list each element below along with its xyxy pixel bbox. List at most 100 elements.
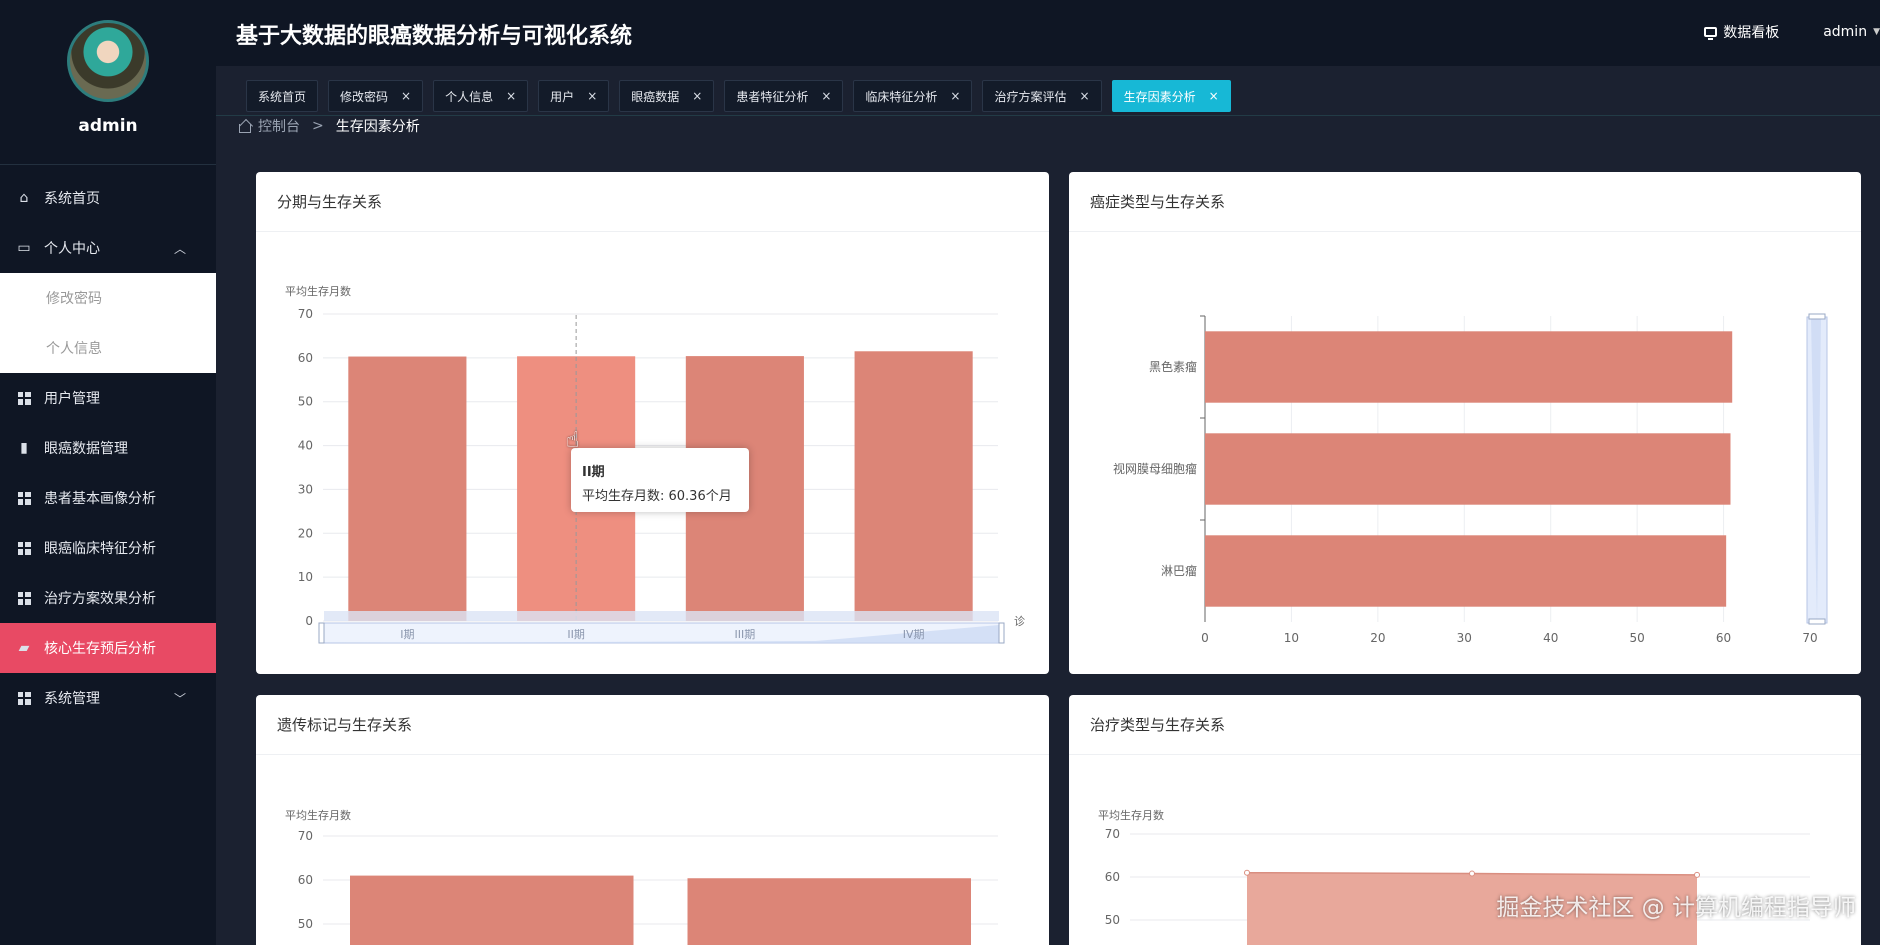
y-tick-label: 70 <box>1105 827 1120 841</box>
top-header: 基于大数据的眼癌数据分析与可视化系统 数据看板 admin ▼ <box>216 0 1880 66</box>
datazoom-handle-bottom <box>1808 618 1826 625</box>
sidebar-item-label: 眼癌数据管理 <box>44 441 128 457</box>
sidebar-item-label: 患者基本画像分析 <box>44 491 156 507</box>
genetic-marker-survival-chart: 平均生存月数 50 60 70 <box>285 808 998 945</box>
sidebar-item-treatment-effect[interactable]: 治疗方案效果分析 <box>0 573 216 623</box>
close-icon[interactable]: × <box>506 89 516 103</box>
hand-cursor-icon: ☝ <box>566 428 580 453</box>
sidebar-item-personal-center[interactable]: ▭ 个人中心 ︿ <box>0 223 216 273</box>
sidebar-item-user-management[interactable]: 用户管理 <box>0 373 216 423</box>
avatar[interactable] <box>67 20 149 102</box>
close-icon[interactable]: × <box>401 89 411 103</box>
cancer-type-survival-card: 癌症类型与生存关系 0 10 20 30 40 50 60 70 黑色素瘤 视网膜母细胞瘤 淋巴瘤 <box>1069 172 1861 674</box>
tab-label: 治疗方案评估 <box>994 89 1067 104</box>
x-tick-label: IV期 <box>903 628 925 641</box>
header-actions: 数据看板 admin ▼ <box>1704 22 1880 42</box>
monitor-icon <box>1704 27 1718 40</box>
cancer-type-survival-chart: 0 10 20 30 40 50 60 70 黑色素瘤视网膜母细胞瘤淋巴瘤 <box>1113 313 1828 645</box>
x-tick-label: 70 <box>1802 631 1817 645</box>
tab-0[interactable]: 系统首页 <box>246 80 319 112</box>
tab-6[interactable]: 临床特征分析 × <box>853 80 973 112</box>
tab-5[interactable]: 患者特征分析 × <box>724 80 844 112</box>
sidebar-item-change-password[interactable]: 修改密码 <box>0 273 216 323</box>
tab-label: 个人信息 <box>445 89 494 104</box>
sidebar-item-clinical-features[interactable]: 眼癌临床特征分析 <box>0 523 216 573</box>
bar-1 <box>687 878 971 945</box>
user-name: admin <box>1823 24 1868 40</box>
close-icon[interactable]: × <box>692 89 702 103</box>
bar-3 <box>854 351 973 621</box>
close-icon[interactable]: × <box>587 89 597 103</box>
sidebar-item-patient-profile[interactable]: 患者基本画像分析 <box>0 473 216 523</box>
tab-8[interactable]: 生存因素分析 × <box>1111 80 1231 112</box>
sidebar-item-personal-info[interactable]: 个人信息 <box>0 323 216 373</box>
sidebar-menu: ⌂ 系统首页 ▭ 个人中心 ︿ 修改密码 个人信息 用户管理 ▮ 眼癌数据管理 … <box>0 173 216 723</box>
card-title: 癌症类型与生存关系 <box>1069 172 1861 232</box>
y-tick-label: 60 <box>298 873 313 887</box>
chart-tooltip: II期 平均生存月数: 60.36个月 <box>571 448 749 512</box>
tab-label: 生存因素分析 <box>1123 89 1196 104</box>
grid-icon <box>16 540 32 556</box>
sidebar-item-system-management[interactable]: 系统管理 ﹀ <box>0 673 216 723</box>
breadcrumb: 控制台 > 生存因素分析 <box>238 116 420 136</box>
sidebar-item-label: 治疗方案效果分析 <box>44 591 156 607</box>
folder-icon: ▰ <box>18 640 30 656</box>
y-tick-label: 30 <box>298 482 313 496</box>
tooltip-title: II期 <box>582 465 605 480</box>
y-tick-label: 淋巴瘤 <box>1161 563 1197 578</box>
bar-0 <box>348 356 467 621</box>
breadcrumb-separator: > <box>312 118 324 134</box>
sidebar-item-label: 用户管理 <box>44 391 100 407</box>
grid-icon <box>16 490 32 506</box>
sidebar-item-eye-cancer-data[interactable]: ▮ 眼癌数据管理 <box>0 423 216 473</box>
data-point-2 <box>1694 871 1700 878</box>
grid-icon <box>16 690 32 706</box>
datazoom-handle-top <box>1808 313 1826 320</box>
bars-icon: ▮ <box>20 440 28 456</box>
datazoom-band <box>324 611 999 621</box>
tab-1[interactable]: 修改密码 × <box>328 80 424 112</box>
submenu-personal-center: 修改密码 个人信息 <box>0 273 216 373</box>
tab-2[interactable]: 个人信息 × <box>433 80 529 112</box>
sidebar: admin ⌂ 系统首页 ▭ 个人中心 ︿ 修改密码 个人信息 用户管理 ▮ 眼… <box>0 0 216 945</box>
y-tick-label: 10 <box>298 570 313 584</box>
close-icon[interactable]: × <box>950 89 960 103</box>
tab-3[interactable]: 用户 × <box>538 80 610 112</box>
y-tick-label: 70 <box>298 829 313 843</box>
tab-bar: 系统首页 修改密码 × 个人信息 × 用户 × 眼癌数据 × 患者特征分析 × 临床特征分析 × 治疗方案… <box>246 80 1241 112</box>
bar-2 <box>1205 535 1727 607</box>
tab-bar-divider <box>216 115 1880 116</box>
stage-survival-card: 分期与生存关系 平均生存月数 0 10 20 30 40 50 60 70 I期 II期 III期 IV… <box>256 172 1049 674</box>
close-icon[interactable]: × <box>821 89 831 103</box>
y-tick-label: 60 <box>1105 870 1120 884</box>
home-icon: ⌂ <box>19 190 29 206</box>
tab-label: 修改密码 <box>340 89 389 104</box>
tab-label: 眼癌数据 <box>631 89 680 104</box>
profile-name: admin <box>78 116 138 136</box>
watermark: 掘金技术社区 @ 计算机编程指导师 <box>1496 895 1856 921</box>
x-tick-label: 10 <box>1284 631 1299 645</box>
chevron-up-icon: ︿ <box>173 241 186 256</box>
user-menu[interactable]: admin ▼ <box>1823 24 1880 40</box>
y-axis-label: 平均生存月数 <box>285 284 351 298</box>
y-tick-label: 70 <box>298 307 313 321</box>
breadcrumb-root[interactable]: 控制台 <box>258 116 300 136</box>
y-tick-label: 0 <box>305 614 313 628</box>
sidebar-item-label: 眼癌临床特征分析 <box>44 541 156 557</box>
tab-label: 用户 <box>550 89 575 104</box>
x-tick-label: I期 <box>400 628 414 641</box>
tab-7[interactable]: 治疗方案评估 × <box>982 80 1102 112</box>
card-title: 遗传标记与生存关系 <box>256 695 1049 755</box>
profile-card-icon: ▭ <box>17 240 31 256</box>
close-icon[interactable]: × <box>1209 89 1219 103</box>
tab-4[interactable]: 眼癌数据 × <box>619 80 715 112</box>
tab-label: 临床特征分析 <box>865 89 938 104</box>
sidebar-item-survival-prognosis[interactable]: ▰ 核心生存预后分析 <box>0 623 216 673</box>
app-title: 基于大数据的眼癌数据分析与可视化系统 <box>236 24 633 49</box>
close-icon[interactable]: × <box>1080 89 1090 103</box>
sidebar-item-home[interactable]: ⌂ 系统首页 <box>0 173 216 223</box>
dashboard-link[interactable]: 数据看板 <box>1704 22 1779 42</box>
x-tick-label: 50 <box>1630 631 1645 645</box>
y-tick-label: 50 <box>298 395 313 409</box>
sidebar-item-label: 核心生存预后分析 <box>44 641 156 657</box>
